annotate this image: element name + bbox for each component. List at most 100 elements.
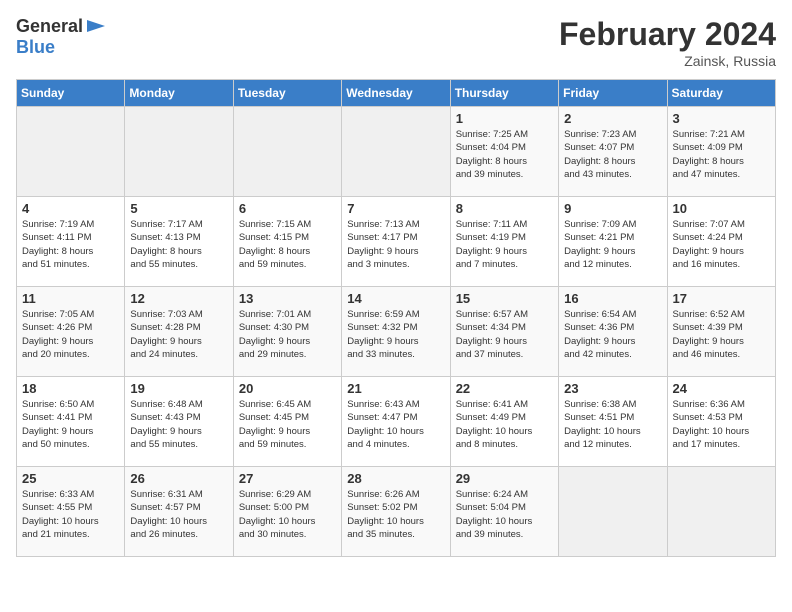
- calendar-header-wednesday: Wednesday: [342, 80, 450, 107]
- calendar-header-monday: Monday: [125, 80, 233, 107]
- month-title: February 2024: [559, 16, 776, 53]
- calendar-cell: 22Sunrise: 6:41 AM Sunset: 4:49 PM Dayli…: [450, 377, 558, 467]
- calendar-cell: 11 Sunrise: 7:05 AM Sunset: 4:26 PM Dayli…: [17, 287, 125, 377]
- calendar-week-row: 11 Sunrise: 7:05 AM Sunset: 4:26 PM Dayli…: [17, 287, 776, 377]
- day-info: Sunrise: 6:45 AM Sunset: 4:45 PM Dayligh…: [239, 398, 336, 451]
- calendar-cell: 1Sunrise: 7:25 AM Sunset: 4:04 PM Daylig…: [450, 107, 558, 197]
- day-number: 3: [673, 111, 770, 126]
- day-info: Sunrise: 6:26 AM Sunset: 5:02 PM Dayligh…: [347, 488, 444, 541]
- calendar-cell: 16 Sunrise: 6:54 AM Sunset: 4:36 PM Dayli…: [559, 287, 667, 377]
- calendar-cell: [17, 107, 125, 197]
- calendar-cell: 2 Sunrise: 7:23 AM Sunset: 4:07 PM Daylig…: [559, 107, 667, 197]
- day-number: 24: [673, 381, 770, 396]
- calendar-cell: 5 Sunrise: 7:17 AM Sunset: 4:13 PM Daylig…: [125, 197, 233, 287]
- day-number: 10: [673, 201, 770, 216]
- day-number: 5: [130, 201, 227, 216]
- calendar-cell: 17 Sunrise: 6:52 AM Sunset: 4:39 PM Dayli…: [667, 287, 775, 377]
- day-number: 15: [456, 291, 553, 306]
- day-number: 29: [456, 471, 553, 486]
- day-info: Sunrise: 6:48 AM Sunset: 4:43 PM Dayligh…: [130, 398, 227, 451]
- day-info: Sunrise: 7:25 AM Sunset: 4:04 PM Dayligh…: [456, 128, 553, 181]
- calendar-cell: 21 Sunrise: 6:43 AM Sunset: 4:47 PM Dayli…: [342, 377, 450, 467]
- logo-blue-text: Blue: [16, 37, 55, 58]
- calendar-cell: 27 Sunrise: 6:29 AM Sunset: 5:00 PM Dayli…: [233, 467, 341, 557]
- calendar-header-tuesday: Tuesday: [233, 80, 341, 107]
- calendar-cell: 23 Sunrise: 6:38 AM Sunset: 4:51 PM Dayli…: [559, 377, 667, 467]
- day-number: 4: [22, 201, 119, 216]
- logo-flag-icon: [85, 18, 107, 36]
- calendar-cell: 25Sunrise: 6:33 AM Sunset: 4:55 PM Dayli…: [17, 467, 125, 557]
- day-info: Sunrise: 6:54 AM Sunset: 4:36 PM Dayligh…: [564, 308, 661, 361]
- calendar-cell: 14 Sunrise: 6:59 AM Sunset: 4:32 PM Dayli…: [342, 287, 450, 377]
- calendar-cell: 10 Sunrise: 7:07 AM Sunset: 4:24 PM Dayli…: [667, 197, 775, 287]
- calendar-cell: 28 Sunrise: 6:26 AM Sunset: 5:02 PM Dayli…: [342, 467, 450, 557]
- day-number: 11: [22, 291, 119, 306]
- day-info: Sunrise: 7:17 AM Sunset: 4:13 PM Dayligh…: [130, 218, 227, 271]
- title-area: February 2024 Zainsk, Russia: [559, 16, 776, 69]
- calendar-header-sunday: Sunday: [17, 80, 125, 107]
- calendar-header-thursday: Thursday: [450, 80, 558, 107]
- calendar-cell: 24 Sunrise: 6:36 AM Sunset: 4:53 PM Dayli…: [667, 377, 775, 467]
- day-number: 14: [347, 291, 444, 306]
- day-number: 28: [347, 471, 444, 486]
- calendar-week-row: 4Sunrise: 7:19 AM Sunset: 4:11 PM Daylig…: [17, 197, 776, 287]
- calendar-header-row: SundayMondayTuesdayWednesdayThursdayFrid…: [17, 80, 776, 107]
- location-text: Zainsk, Russia: [559, 53, 776, 69]
- calendar-cell: 18Sunrise: 6:50 AM Sunset: 4:41 PM Dayli…: [17, 377, 125, 467]
- day-info: Sunrise: 7:03 AM Sunset: 4:28 PM Dayligh…: [130, 308, 227, 361]
- day-info: Sunrise: 7:11 AM Sunset: 4:19 PM Dayligh…: [456, 218, 553, 271]
- day-number: 17: [673, 291, 770, 306]
- logo: General Blue: [16, 16, 107, 58]
- day-info: Sunrise: 6:59 AM Sunset: 4:32 PM Dayligh…: [347, 308, 444, 361]
- day-number: 7: [347, 201, 444, 216]
- calendar-cell: 29 Sunrise: 6:24 AM Sunset: 5:04 PM Dayli…: [450, 467, 558, 557]
- day-number: 22: [456, 381, 553, 396]
- day-number: 21: [347, 381, 444, 396]
- calendar-cell: 3 Sunrise: 7:21 AM Sunset: 4:09 PM Daylig…: [667, 107, 775, 197]
- day-info: Sunrise: 7:21 AM Sunset: 4:09 PM Dayligh…: [673, 128, 770, 181]
- day-info: Sunrise: 7:05 AM Sunset: 4:26 PM Dayligh…: [22, 308, 119, 361]
- day-info: Sunrise: 7:09 AM Sunset: 4:21 PM Dayligh…: [564, 218, 661, 271]
- calendar-header-friday: Friday: [559, 80, 667, 107]
- day-info: Sunrise: 6:29 AM Sunset: 5:00 PM Dayligh…: [239, 488, 336, 541]
- calendar-cell: 26 Sunrise: 6:31 AM Sunset: 4:57 PM Dayli…: [125, 467, 233, 557]
- calendar-cell: 6Sunrise: 7:15 AM Sunset: 4:15 PM Daylig…: [233, 197, 341, 287]
- calendar-cell: [667, 467, 775, 557]
- calendar-cell: 9Sunrise: 7:09 AM Sunset: 4:21 PM Daylig…: [559, 197, 667, 287]
- logo-general-text: General: [16, 16, 83, 37]
- day-info: Sunrise: 6:43 AM Sunset: 4:47 PM Dayligh…: [347, 398, 444, 451]
- day-info: Sunrise: 6:52 AM Sunset: 4:39 PM Dayligh…: [673, 308, 770, 361]
- day-number: 23: [564, 381, 661, 396]
- calendar-week-row: 18Sunrise: 6:50 AM Sunset: 4:41 PM Dayli…: [17, 377, 776, 467]
- day-info: Sunrise: 7:23 AM Sunset: 4:07 PM Dayligh…: [564, 128, 661, 181]
- day-info: Sunrise: 6:36 AM Sunset: 4:53 PM Dayligh…: [673, 398, 770, 451]
- day-number: 19: [130, 381, 227, 396]
- calendar-week-row: 25Sunrise: 6:33 AM Sunset: 4:55 PM Dayli…: [17, 467, 776, 557]
- calendar-cell: 8 Sunrise: 7:11 AM Sunset: 4:19 PM Daylig…: [450, 197, 558, 287]
- day-number: 25: [22, 471, 119, 486]
- day-number: 6: [239, 201, 336, 216]
- calendar-body: 1Sunrise: 7:25 AM Sunset: 4:04 PM Daylig…: [17, 107, 776, 557]
- calendar-cell: 4Sunrise: 7:19 AM Sunset: 4:11 PM Daylig…: [17, 197, 125, 287]
- calendar-cell: 20Sunrise: 6:45 AM Sunset: 4:45 PM Dayli…: [233, 377, 341, 467]
- day-info: Sunrise: 6:24 AM Sunset: 5:04 PM Dayligh…: [456, 488, 553, 541]
- calendar-week-row: 1Sunrise: 7:25 AM Sunset: 4:04 PM Daylig…: [17, 107, 776, 197]
- day-number: 26: [130, 471, 227, 486]
- day-info: Sunrise: 6:38 AM Sunset: 4:51 PM Dayligh…: [564, 398, 661, 451]
- calendar-cell: [233, 107, 341, 197]
- day-info: Sunrise: 6:57 AM Sunset: 4:34 PM Dayligh…: [456, 308, 553, 361]
- calendar-cell: 19 Sunrise: 6:48 AM Sunset: 4:43 PM Dayli…: [125, 377, 233, 467]
- day-number: 16: [564, 291, 661, 306]
- day-number: 8: [456, 201, 553, 216]
- day-number: 2: [564, 111, 661, 126]
- calendar-cell: [559, 467, 667, 557]
- calendar-cell: 13Sunrise: 7:01 AM Sunset: 4:30 PM Dayli…: [233, 287, 341, 377]
- day-info: Sunrise: 6:31 AM Sunset: 4:57 PM Dayligh…: [130, 488, 227, 541]
- day-number: 12: [130, 291, 227, 306]
- day-info: Sunrise: 7:07 AM Sunset: 4:24 PM Dayligh…: [673, 218, 770, 271]
- calendar-cell: 7Sunrise: 7:13 AM Sunset: 4:17 PM Daylig…: [342, 197, 450, 287]
- day-number: 27: [239, 471, 336, 486]
- calendar-table: SundayMondayTuesdayWednesdayThursdayFrid…: [16, 79, 776, 557]
- calendar-cell: 15 Sunrise: 6:57 AM Sunset: 4:34 PM Dayli…: [450, 287, 558, 377]
- calendar-header-saturday: Saturday: [667, 80, 775, 107]
